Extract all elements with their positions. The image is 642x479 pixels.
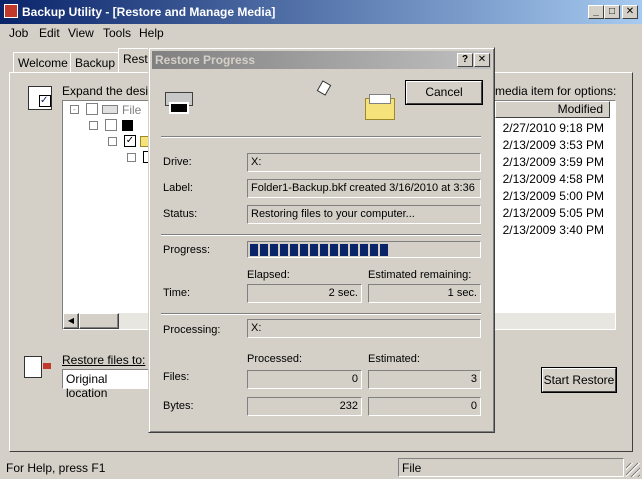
progress-segment <box>280 244 288 256</box>
processed-header: Processed: <box>247 353 303 365</box>
progress-bar <box>247 241 481 258</box>
flying-document-icon <box>316 80 332 96</box>
status-help: For Help, press F1 <box>6 461 106 475</box>
estimated-header: Estimated: <box>368 353 420 365</box>
tree-instruction-right: media item for options: <box>495 84 617 98</box>
dialog-close-button[interactable]: ✕ <box>474 53 490 67</box>
progress-label: Progress: <box>163 244 211 256</box>
progress-segment <box>300 244 308 256</box>
tab-backup[interactable]: Backup <box>70 52 121 73</box>
files-label: Files: <box>163 371 190 383</box>
modified-cell: 2/13/2009 3:40 PM <box>502 223 604 237</box>
bytes-estimated-field: 0 <box>368 397 481 416</box>
time-label: Time: <box>163 287 191 299</box>
progress-segment <box>270 244 278 256</box>
progress-segment <box>340 244 348 256</box>
label-label: Label: <box>163 182 193 194</box>
menu-help[interactable]: Help <box>139 26 164 40</box>
dialog-help-button[interactable]: ? <box>457 53 473 67</box>
elapsed-field: 2 sec. <box>247 284 362 303</box>
modified-cell: 2/13/2009 4:58 PM <box>502 172 604 186</box>
progress-fill <box>250 244 478 256</box>
drive-icon <box>102 105 118 114</box>
progress-segment <box>250 244 258 256</box>
progress-segment <box>330 244 338 256</box>
minimize-button[interactable]: _ <box>588 5 604 19</box>
backup-device-icon <box>165 92 193 116</box>
tab-welcome[interactable]: Welcome <box>13 52 73 73</box>
restore-destination-icon <box>24 356 51 378</box>
remaining-header: Estimated remaining: <box>368 269 472 281</box>
restore-progress-dialog: Restore Progress ? ✕ Cancel Drive: X: La… <box>148 47 495 433</box>
modified-cell: 2/13/2009 5:05 PM <box>502 206 604 220</box>
remaining-field: 1 sec. <box>368 284 481 303</box>
restore-to-label: Restore files to: <box>62 353 146 367</box>
destination-folder-icon <box>365 94 397 120</box>
files-estimated-field: 3 <box>368 370 481 389</box>
modified-cell: 2/13/2009 3:53 PM <box>502 138 604 152</box>
separator <box>161 234 481 236</box>
drive-label: Drive: <box>163 156 192 168</box>
restore-location-select[interactable]: Original location <box>62 369 152 400</box>
processing-field: X: <box>247 319 481 338</box>
checkbox-icon[interactable] <box>86 103 98 115</box>
status-pane-text: File <box>402 461 422 475</box>
separator <box>161 136 481 138</box>
expand-toggle-icon[interactable]: - <box>70 105 79 114</box>
bytes-label: Bytes: <box>163 400 194 412</box>
elapsed-header: Elapsed: <box>247 269 290 281</box>
window-title: Backup Utility - [Restore and Manage Med… <box>22 5 276 19</box>
progress-segment <box>350 244 358 256</box>
dialog-title-bar: Restore Progress ? ✕ <box>152 51 491 69</box>
column-header-modified[interactable]: Modified <box>495 101 610 118</box>
title-bar: Backup Utility - [Restore and Manage Med… <box>0 0 642 24</box>
label-field: Folder1-Backup.bkf created 3/16/2010 at … <box>247 179 481 198</box>
app-icon <box>4 4 18 18</box>
processing-label: Processing: <box>163 324 221 336</box>
menu-view[interactable]: View <box>68 26 94 40</box>
restore-wizard-icon: ✓ <box>28 86 52 110</box>
progress-segment <box>320 244 328 256</box>
files-processed-field: 0 <box>247 370 362 389</box>
status-label: Status: <box>163 208 198 220</box>
cancel-button[interactable]: Cancel <box>406 81 482 104</box>
menu-tools[interactable]: Tools <box>103 26 131 40</box>
menu-job[interactable]: Job <box>9 26 28 40</box>
progress-segment <box>290 244 298 256</box>
tape-icon <box>122 120 133 131</box>
expand-toggle-icon[interactable] <box>108 137 117 146</box>
resize-grip-icon[interactable] <box>626 463 640 477</box>
menu-edit[interactable]: Edit <box>39 26 60 40</box>
modified-cell: 2/13/2009 5:00 PM <box>502 189 604 203</box>
dialog-title: Restore Progress <box>155 53 256 67</box>
status-bar: For Help, press F1 File <box>0 457 642 479</box>
progress-segment <box>370 244 378 256</box>
progress-segment <box>310 244 318 256</box>
checkbox-icon[interactable] <box>105 119 117 131</box>
status-pane: File <box>398 458 624 477</box>
close-button[interactable]: ✕ <box>622 5 638 19</box>
start-restore-button[interactable]: Start Restore <box>542 368 616 392</box>
progress-segment <box>260 244 268 256</box>
status-field: Restoring files to your computer... <box>247 205 481 224</box>
checked-checkbox-icon[interactable]: ✓ <box>124 135 136 147</box>
progress-segment <box>360 244 368 256</box>
bytes-processed-field: 232 <box>247 397 362 416</box>
tree-item-label: File <box>122 103 142 117</box>
maximize-button[interactable]: □ <box>604 5 620 19</box>
progress-segment <box>380 244 388 256</box>
expand-toggle-icon[interactable] <box>127 153 136 162</box>
scroll-thumb[interactable] <box>79 313 119 329</box>
expand-toggle-icon[interactable] <box>89 121 98 130</box>
modified-cell: 2/27/2010 9:18 PM <box>502 121 604 135</box>
menu-bar: Job Edit View Tools Help <box>0 24 642 43</box>
drive-field: X: <box>247 153 481 172</box>
separator <box>161 313 481 315</box>
scroll-left-button[interactable]: ◀ <box>63 313 79 329</box>
modified-cell: 2/13/2009 3:59 PM <box>502 155 604 169</box>
